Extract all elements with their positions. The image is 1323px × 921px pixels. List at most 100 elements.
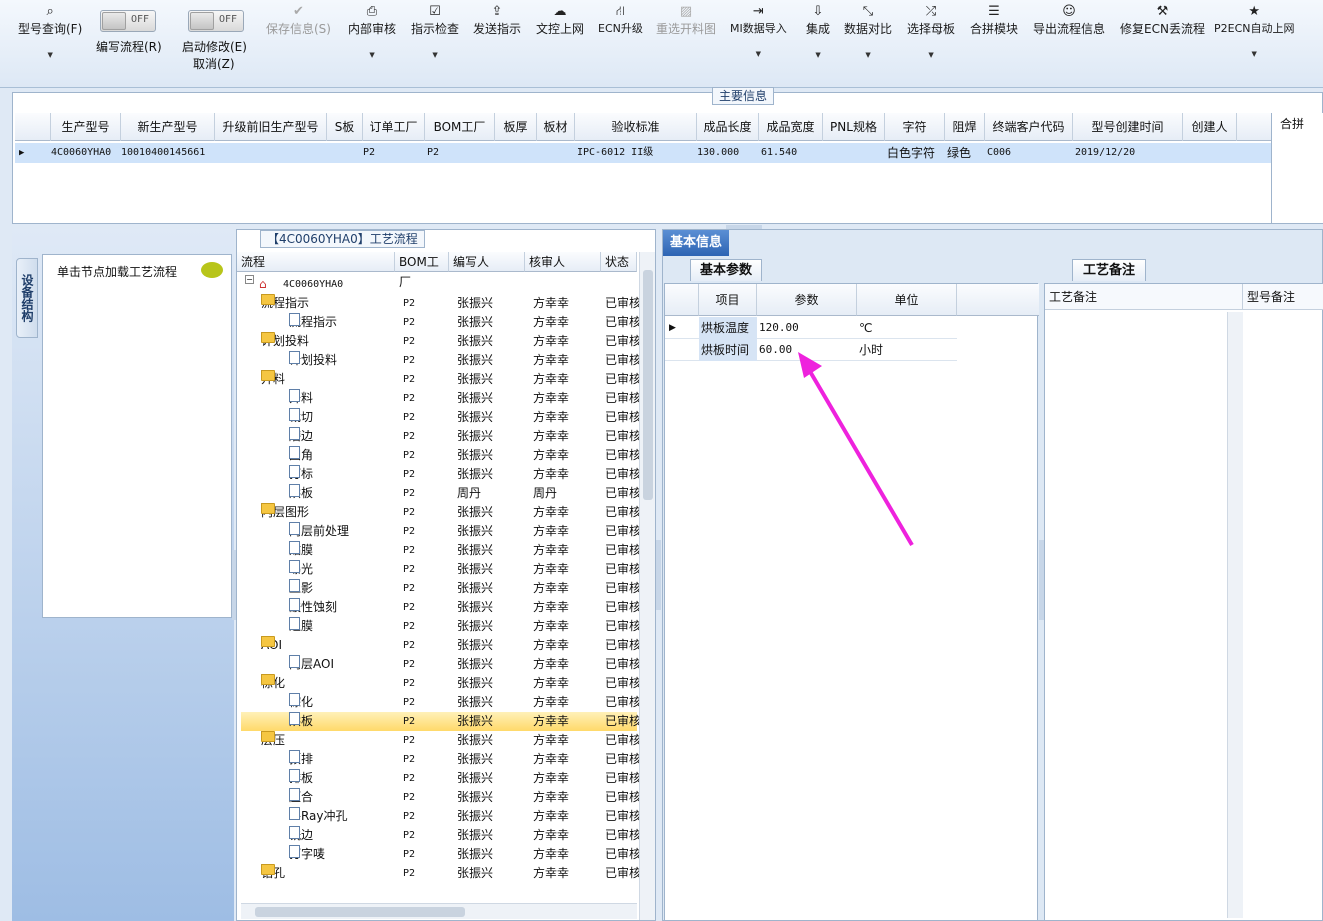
col-pnl-spec[interactable]: PNL规格 [823, 113, 885, 141]
cancel-label[interactable]: 取消(Z) [193, 55, 235, 72]
tree-leaf-node[interactable]: 棕化 P2 张振兴 方幸幸 已审核 [241, 693, 639, 712]
cell-customer-code[interactable]: C006 [987, 143, 1011, 163]
col-flow[interactable]: 流程 [237, 252, 395, 272]
tree-folder-node[interactable]: −棕化 P2 张振兴 方幸幸 已审核 [241, 674, 639, 693]
tree-leaf-node[interactable]: 圆角 P2 张振兴 方幸幸 已审核 [241, 446, 639, 465]
tab-basic-params[interactable]: 基本参数 [690, 259, 762, 281]
col-status[interactable]: 状态 [601, 252, 637, 272]
col-old-production-model[interactable]: 升级前旧生产型号 [215, 113, 327, 141]
cell-character[interactable]: 白色字符 [887, 143, 935, 163]
tree-leaf-node[interactable]: 预排 P2 张振兴 方幸幸 已审核 [241, 750, 639, 769]
tab-process-remarks[interactable]: 工艺备注 [1072, 259, 1146, 281]
export-flow-button[interactable]: ☺ 导出流程信息 [1033, 4, 1105, 37]
tree-leaf-node[interactable]: 打字唛 P2 张振兴 方幸幸 已审核 [241, 845, 639, 864]
internal-review-button[interactable]: ⎙ 内部审核 ▼ [348, 4, 396, 59]
remark-vertical-scrollbar[interactable] [1227, 312, 1243, 918]
col-reviewer[interactable]: 核审人 [525, 252, 601, 272]
model-query-button[interactable]: ⌕ 型号查询(F) ▼ [18, 4, 82, 59]
cell-width[interactable]: 61.540 [761, 143, 797, 163]
cell-new-production-model[interactable]: 10010400145661 [121, 143, 205, 163]
tree-leaf-node[interactable]: 裁切 P2 张振兴 方幸幸 已审核 [241, 408, 639, 427]
tree-leaf-node[interactable]: 贴膜 P2 张振兴 方幸幸 已审核 [241, 541, 639, 560]
col-unit[interactable]: 单位 [857, 284, 957, 316]
col-material[interactable]: 板材 [537, 113, 575, 141]
flow-vertical-scrollbar[interactable] [639, 252, 655, 920]
col-length[interactable]: 成品长度 [697, 113, 759, 141]
reselect-cut-chart-button[interactable]: ▨ 重选开料图 [656, 4, 716, 37]
tree-leaf-node[interactable]: 排板 P2 张振兴 方幸幸 已审核 [241, 769, 639, 788]
tree-folder-node[interactable]: −计划投料 P2 张振兴 方幸幸 已审核 [241, 332, 639, 351]
tree-leaf-node[interactable]: 烘板 P2 张振兴 方幸幸 已审核 [241, 712, 639, 731]
tree-leaf-node[interactable]: 开料 P2 张振兴 方幸幸 已审核 [241, 389, 639, 408]
scrollbar-thumb[interactable] [643, 270, 653, 500]
scrollbar-thumb[interactable] [255, 907, 465, 917]
tree-leaf-node[interactable]: 计划投料 P2 张振兴 方幸幸 已审核 [241, 351, 639, 370]
tree-leaf-node[interactable]: 烘板 P2 周丹 周丹 已审核 [241, 484, 639, 503]
table-row[interactable]: 烘板时间 60.00 小时 [665, 339, 957, 361]
select-mother-board-button[interactable]: ⤮ 选择母板 ▼ [907, 4, 955, 59]
col-acceptance-standard[interactable]: 验收标准 [575, 113, 697, 141]
cell-length[interactable]: 130.000 [697, 143, 739, 163]
tree-leaf-node[interactable]: 压合 P2 张振兴 方幸幸 已审核 [241, 788, 639, 807]
col-customer-code[interactable]: 终端客户代码 [985, 113, 1073, 141]
tree-leaf-node[interactable]: 退膜 P2 张振兴 方幸幸 已审核 [241, 617, 639, 636]
start-modify-toggle[interactable]: OFF [188, 10, 244, 32]
p2ecn-auto-online-button[interactable]: ★ P2ECN自动上网 ▼ [1214, 4, 1295, 58]
col-bom-factory[interactable]: BOM工厂 [395, 252, 449, 289]
col-solder-mask[interactable]: 阻焊 [945, 113, 985, 141]
tree-folder-node[interactable]: −开料 P2 张振兴 方幸幸 已审核 [241, 370, 639, 389]
cell-bom-factory[interactable]: P2 [427, 143, 439, 163]
flow-horizontal-scrollbar[interactable] [241, 903, 637, 919]
merge-module-button[interactable]: ☰ 合拼模块 [970, 4, 1018, 37]
doc-online-button[interactable]: ☁ 文控上网 [536, 4, 584, 37]
integrate-button[interactable]: ⇩ 集成 ▼ [806, 4, 830, 59]
col-created-time[interactable]: 型号创建时间 [1073, 113, 1183, 141]
col-new-production-model[interactable]: 新生产型号 [121, 113, 215, 141]
repair-ecn-flow-button[interactable]: ⚒ 修复ECN丢流程 [1120, 4, 1205, 37]
instruction-check-button[interactable]: ☑ 指示检查 ▼ [411, 4, 459, 59]
edit-flow-toggle[interactable]: OFF [100, 10, 156, 32]
col-bom-factory[interactable]: BOM工厂 [425, 113, 495, 141]
tree-root[interactable]: − ⌂ 4C0060YHA0 [241, 275, 637, 294]
col-item[interactable]: 项目 [699, 284, 757, 316]
tree-folder-node[interactable]: −内层图形 P2 张振兴 方幸幸 已审核 [241, 503, 639, 522]
process-remark-text[interactable] [1047, 312, 1239, 918]
col-width[interactable]: 成品宽度 [759, 113, 823, 141]
vertical-splitter-mid[interactable] [656, 540, 661, 610]
tree-leaf-node[interactable]: 内层前处理 P2 张振兴 方幸幸 已审核 [241, 522, 639, 541]
table-row[interactable]: ▶ 烘板温度 120.00 ℃ [665, 317, 957, 339]
cell-created-time[interactable]: 2019/12/20 [1075, 143, 1135, 163]
tree-folder-node[interactable]: −层压 P2 张振兴 方幸幸 已审核 [241, 731, 639, 750]
tab-basic-info[interactable]: 基本信息 [663, 230, 729, 256]
col-creator[interactable]: 创建人 [1183, 113, 1237, 141]
cell-solder-mask[interactable]: 绿色 [947, 143, 971, 163]
tree-leaf-node[interactable]: 打标 P2 张振兴 方幸幸 已审核 [241, 465, 639, 484]
table-row[interactable]: ▶ 4C0060YHA0 10010400145661 P2 P2 IPC-60… [15, 143, 1271, 163]
col-s-board[interactable]: S板 [327, 113, 363, 141]
ecn-upgrade-button[interactable]: ⛙ ECN升级 [598, 4, 643, 36]
col-character[interactable]: 字符 [885, 113, 945, 141]
tree-leaf-node[interactable]: 铣边 P2 张振兴 方幸幸 已审核 [241, 826, 639, 845]
tree-leaf-node[interactable]: 酸性蚀刻 P2 张振兴 方幸幸 已审核 [241, 598, 639, 617]
send-instruction-button[interactable]: ⇪ 发送指示 [473, 4, 521, 37]
mi-import-button[interactable]: ⇥ MI数据导入 ▼ [730, 4, 787, 58]
tree-leaf-node[interactable]: 显影 P2 张振兴 方幸幸 已审核 [241, 579, 639, 598]
tree-leaf-node[interactable]: 内层AOI P2 张振兴 方幸幸 已审核 [241, 655, 639, 674]
tab-equipment-structure[interactable]: 设备结构 [16, 258, 38, 338]
tree-leaf-node[interactable]: X-Ray冲孔 P2 张振兴 方幸幸 已审核 [241, 807, 639, 826]
tree-leaf-node[interactable]: 磨边 P2 张振兴 方幸幸 已审核 [241, 427, 639, 446]
col-order-factory[interactable]: 订单工厂 [363, 113, 425, 141]
tree-folder-node[interactable]: −流程指示 P2 张振兴 方幸幸 已审核 [241, 294, 639, 313]
param-value[interactable]: 60.00 [757, 339, 792, 361]
col-writer[interactable]: 编写人 [449, 252, 525, 272]
tree-folder-node[interactable]: −钻孔 P2 张振兴 方幸幸 已审核 [241, 864, 639, 883]
tree-leaf-node[interactable]: 曝光 P2 张振兴 方幸幸 已审核 [241, 560, 639, 579]
param-value[interactable]: 120.00 [757, 317, 799, 339]
cell-production-model[interactable]: 4C0060YHA0 [51, 143, 111, 163]
col-thickness[interactable]: 板厚 [495, 113, 537, 141]
cell-acceptance-standard[interactable]: IPC-6012 II级 [577, 143, 653, 163]
vertical-splitter-right[interactable] [1039, 540, 1044, 620]
data-compare-button[interactable]: ⤡ 数据对比 ▼ [844, 4, 892, 59]
save-info-button[interactable]: ✔ 保存信息(S) [266, 4, 331, 37]
cell-order-factory[interactable]: P2 [363, 143, 375, 163]
